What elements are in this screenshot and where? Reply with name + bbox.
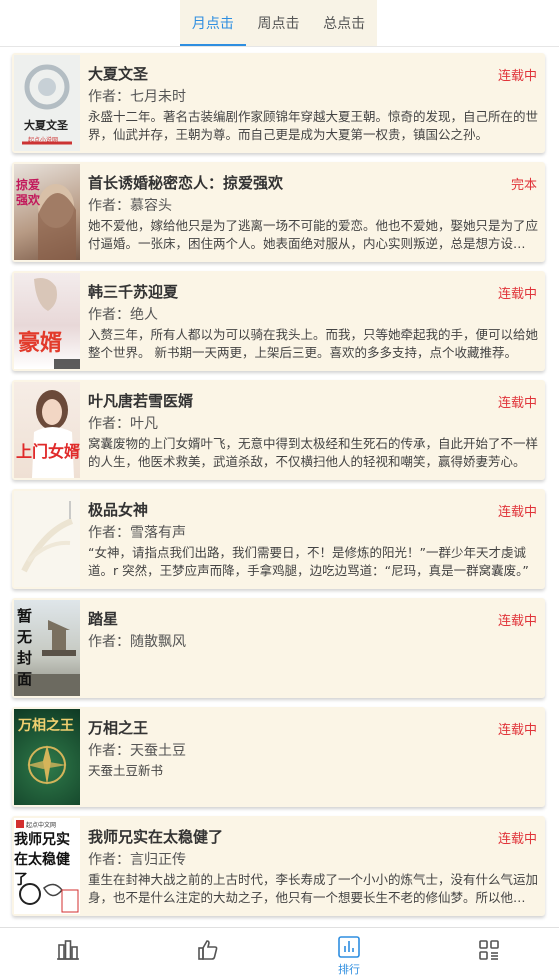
book-status: 连载中 [497, 505, 537, 520]
book-author: 作者：随散飘风 [88, 634, 186, 650]
tab-weekly[interactable]: 周点击 [246, 0, 312, 46]
book-status: 连载中 [497, 287, 537, 302]
book-status: 连载中 [497, 614, 537, 629]
book-cover: 暂无封面 [14, 600, 80, 696]
bottom-nav: 排行 [0, 927, 559, 978]
book-card[interactable]: 极品女神 连载中 作者：雪落有声 “女神，请指点我们出路，我们需要日，不！是修炼… [12, 489, 545, 589]
book-author: 作者：天蚕土豆 [88, 743, 186, 759]
book-desc: 天蚕土豆新书 [88, 763, 164, 778]
cover-title: 万相之王 [18, 718, 74, 734]
nav-bookshelf[interactable] [43, 928, 93, 978]
book-title: 万相之王 [88, 719, 149, 737]
book-author: 作者：雪落有声 [88, 525, 186, 541]
cover-title: 我师兄实在太稳健了 [14, 832, 70, 888]
cover-title: 大夏文圣 [24, 119, 68, 132]
rank-tabs: 月点击 周点击 总点击 [0, 0, 559, 47]
book-list: 大夏文圣 起点小说网 大夏文圣 连载中 作者：七月未时 永盛十二年。著名古装编剧… [0, 53, 559, 925]
book-status: 连载中 [497, 69, 537, 84]
nav-category[interactable] [464, 928, 514, 978]
book-author: 作者：言归正传 [88, 852, 186, 868]
cover-publisher: 起点中文网 [26, 822, 57, 829]
book-title: 大夏文圣 [88, 65, 149, 83]
tab-total[interactable]: 总点击 [311, 0, 377, 46]
book-desc: 她不爱他，嫁给他只是为了逃离一场不可能的爱恋。他也不爱她，娶她只是为了应付逼婚。… [88, 218, 538, 251]
book-title: 我师兄实在太稳健了 [88, 828, 224, 846]
nav-ranking[interactable]: 排行 [324, 928, 374, 978]
book-card[interactable]: 掠爱强欢 首长诱婚秘密恋人：掠爱强欢 完本 作者：慕容头 她不爱他，嫁给他只是为… [12, 162, 545, 262]
book-title: 极品女神 [88, 501, 149, 519]
book-card[interactable]: 暂无封面 踏星 连载中 作者：随散飘风 [12, 598, 545, 698]
book-card[interactable]: 大夏文圣 起点小说网 大夏文圣 连载中 作者：七月未时 永盛十二年。著名古装编剧… [12, 53, 545, 153]
nav-ranking-label: 排行 [338, 963, 360, 976]
bookshelf-icon [57, 940, 79, 960]
book-title: 踏星 [88, 610, 119, 628]
book-status: 连载中 [497, 723, 537, 738]
book-desc: “女神，请指点我们出路，我们需要日，不！是修炼的阳光！”一群少年天才虔诚道。r … [88, 545, 529, 578]
book-card[interactable]: 万相之王 万相之王 连载中 作者：天蚕土豆 天蚕土豆新书 [12, 707, 545, 807]
book-author: 作者：叶凡 [88, 416, 158, 432]
book-cover: 起点中文网 我师兄实在太稳健了 [14, 818, 80, 914]
book-desc: 永盛十二年。著名古装编剧作家顾锦年穿越大夏王朝。惊奇的发现，自己所在的世界，仙武… [88, 109, 538, 142]
book-title: 首长诱婚秘密恋人：掠爱强欢 [88, 174, 284, 192]
book-author: 作者：慕容头 [88, 198, 172, 214]
book-cover: 掠爱强欢 [14, 164, 80, 260]
thumbs-up-icon [198, 940, 218, 960]
book-desc: 重生在封神大战之前的上古时代，李长寿成了一个小小的炼气士，没有什么气运加身，也不… [88, 872, 538, 905]
book-card[interactable]: 豪婿 韩三千苏迎夏 连载中 作者：绝人 入赘三年，所有人都以为可以骑在我头上。而… [12, 271, 545, 371]
tab-group: 月点击 周点击 总点击 [180, 0, 377, 46]
book-author: 作者：七月未时 [88, 89, 186, 105]
cover-publisher: 起点小说网 [28, 137, 59, 144]
book-cover: 上门女婿 [14, 382, 80, 478]
book-desc [88, 653, 538, 689]
cover-title: 暂无封面 [17, 607, 33, 688]
book-status: 完本 [510, 178, 537, 193]
ranking-icon [338, 936, 360, 958]
tab-monthly[interactable]: 月点击 [180, 0, 246, 46]
category-grid-icon [479, 940, 499, 960]
book-card[interactable]: 上门女婿 叶凡唐若雪医婿 连载中 作者：叶凡 窝囊废物的上门女婿叶飞，无意中得到… [12, 380, 545, 480]
cover-title: 掠爱强欢 [16, 178, 41, 207]
book-card[interactable]: 起点中文网 我师兄实在太稳健了 我师兄实在太稳健了 连载中 作者：言归正传 重生… [12, 816, 545, 916]
book-title: 韩三千苏迎夏 [88, 283, 179, 301]
book-desc: 窝囊废物的上门女婿叶飞，无意中得到太极经和生死石的传承，自此开始了不一样的人生，… [88, 436, 538, 469]
cover-title: 上门女婿 [16, 442, 80, 461]
book-author: 作者：绝人 [88, 307, 158, 323]
book-cover [14, 491, 80, 587]
book-cover: 大夏文圣 起点小说网 [14, 55, 80, 151]
book-desc: 入赘三年，所有人都以为可以骑在我头上。而我，只等她牵起我的手，便可以给她整个世界… [88, 327, 538, 360]
book-status: 连载中 [497, 396, 537, 411]
book-cover: 万相之王 [14, 709, 80, 805]
nav-recommend[interactable] [183, 928, 233, 978]
book-status: 连载中 [497, 832, 537, 847]
book-title: 叶凡唐若雪医婿 [88, 392, 194, 410]
cover-title: 豪婿 [18, 330, 63, 356]
book-cover: 豪婿 [14, 273, 80, 369]
